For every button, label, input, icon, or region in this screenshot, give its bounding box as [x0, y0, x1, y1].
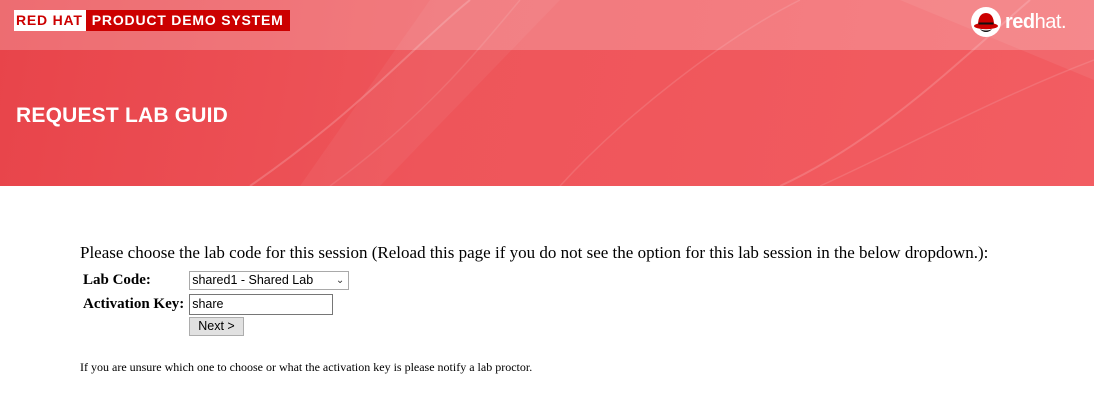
activation-key-input[interactable]: share	[189, 293, 334, 315]
activation-key-label: Activation Key:	[83, 295, 185, 312]
red-hat-shadowman-icon	[971, 7, 1002, 37]
logo-wordmark-bold: red	[1005, 10, 1035, 33]
chevron-down-icon: ⌄	[335, 274, 345, 286]
lab-code-selected-value: shared1 - Shared Lab	[192, 273, 314, 287]
brand-product-demo-text: PRODUCT DEMO SYSTEM	[85, 10, 290, 31]
lab-request-form: Lab Code: shared1 - Shared Lab ⌄ Activat…	[81, 267, 351, 338]
page-title: REQUEST LAB GUID	[16, 104, 229, 127]
lab-code-label: Lab Code:	[83, 271, 151, 288]
next-button[interactable]: Next >	[189, 317, 244, 336]
activation-key-row: Activation Key: share	[83, 293, 349, 315]
logo-wordmark-light: hat.	[1034, 10, 1067, 33]
red-hat-wordmark: redhat.	[1005, 11, 1066, 34]
proctor-note: If you are unsure which one to choose or…	[80, 360, 533, 374]
header-banner: RED HAT PRODUCT DEMO SYSTEM redhat. REQU…	[0, 0, 1094, 186]
request-form-section: Please choose the lab code for this sess…	[80, 243, 1070, 338]
instructions-text: Please choose the lab code for this sess…	[80, 243, 989, 262]
red-hat-logo: redhat.	[971, 5, 1067, 39]
product-demo-system-brand: RED HAT PRODUCT DEMO SYSTEM	[14, 10, 290, 31]
lab-code-row: Lab Code: shared1 - Shared Lab ⌄	[83, 269, 350, 291]
submit-row: Next >	[83, 317, 349, 336]
brand-red-hat-text: RED HAT	[14, 10, 86, 31]
lab-code-select[interactable]: shared1 - Shared Lab ⌄	[189, 270, 350, 290]
